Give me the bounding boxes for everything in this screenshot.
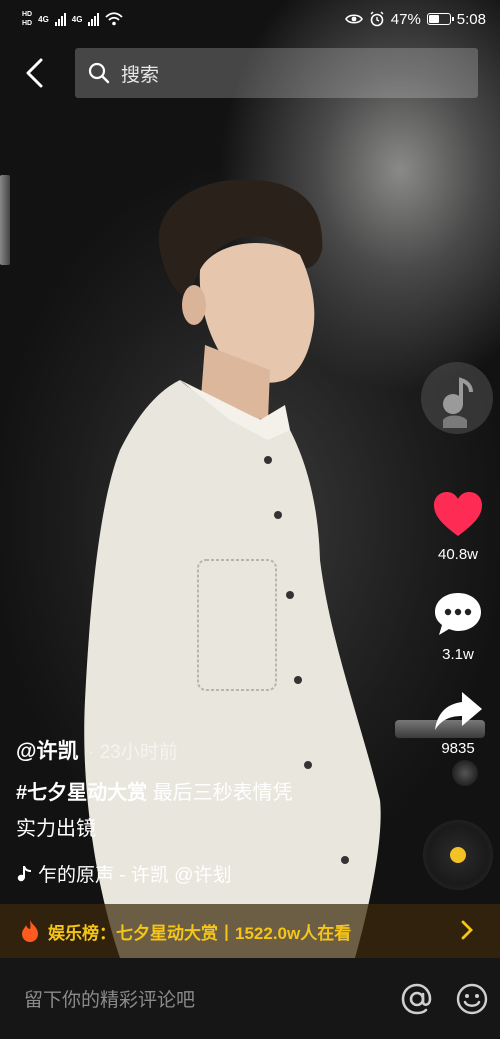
status-left: HD HD 4G 4G — [22, 10, 124, 28]
author-name[interactable]: @许凯 — [16, 735, 78, 765]
comment-placeholder: 留下你的精彩评论吧 — [24, 990, 196, 1011]
signal-icon-2 — [88, 12, 100, 26]
comment-count: 3.1w — [442, 646, 474, 663]
like-count: 40.8w — [437, 546, 479, 563]
chevron-right-icon — [461, 920, 473, 940]
hot-rank-banner[interactable]: 娱乐榜：七夕星动大赏丨1522.0w人在看 — [0, 904, 500, 958]
hd-bottom: HD — [22, 20, 33, 27]
caption-text-1: 最后三秒表情凭 — [152, 782, 293, 804]
music-disc-button[interactable] — [423, 820, 493, 890]
back-arrow-icon[interactable] — [20, 56, 50, 90]
heart-icon — [434, 492, 482, 536]
hd-top: HD — [22, 11, 33, 18]
like-button[interactable]: 40.8w — [423, 490, 493, 563]
status-right: 47% 5:08 — [344, 10, 486, 28]
clock: 5:08 — [456, 10, 486, 28]
disc-center-icon — [450, 847, 466, 863]
network-type-2: 4G — [71, 14, 83, 24]
search-icon — [88, 62, 110, 84]
hot-rank-text: 娱乐榜：七夕星动大赏丨1522.0w人在看 — [48, 923, 352, 943]
network-type-1: 4G — [38, 14, 49, 24]
battery-icon — [426, 13, 454, 25]
status-bar: HD HD 4G 4G 47% 5:08 — [0, 0, 500, 38]
flame-icon — [22, 920, 38, 942]
caption-line-2: 实力出镜 — [16, 818, 96, 840]
hd-indicator: HD HD — [22, 10, 32, 28]
comment-button[interactable]: 3.1w — [423, 590, 493, 663]
share-count: 9835 — [441, 740, 475, 757]
wifi-icon — [105, 12, 124, 26]
emoji-icon[interactable] — [456, 983, 488, 1015]
search-input[interactable]: 搜索 — [75, 48, 478, 98]
share-arrow-icon — [435, 692, 482, 730]
alarm-icon — [370, 11, 384, 27]
mention-at-icon[interactable] — [400, 982, 434, 1016]
tiktok-note-icon — [17, 865, 31, 881]
hashtag-link[interactable]: #七夕星动大赏 — [16, 782, 147, 804]
share-button[interactable]: 9835 — [423, 690, 493, 757]
post-time: · 23小时前 — [88, 742, 178, 763]
music-info[interactable]: 乍的原声 - 许凯 @许刬 — [16, 860, 231, 887]
search-placeholder: 搜索 — [121, 64, 160, 86]
music-note-icon — [443, 377, 473, 428]
battery-percent: 47% — [390, 10, 421, 28]
music-title: 乍的原声 - 许凯 @许刬 — [38, 865, 232, 886]
caption-line-1: #七夕星动大赏 最后三秒表情凭 — [16, 776, 293, 805]
comment-bubble-icon — [435, 593, 481, 635]
signal-icon — [54, 12, 66, 26]
eye-icon — [344, 14, 363, 24]
creator-avatar-button[interactable] — [421, 362, 493, 434]
